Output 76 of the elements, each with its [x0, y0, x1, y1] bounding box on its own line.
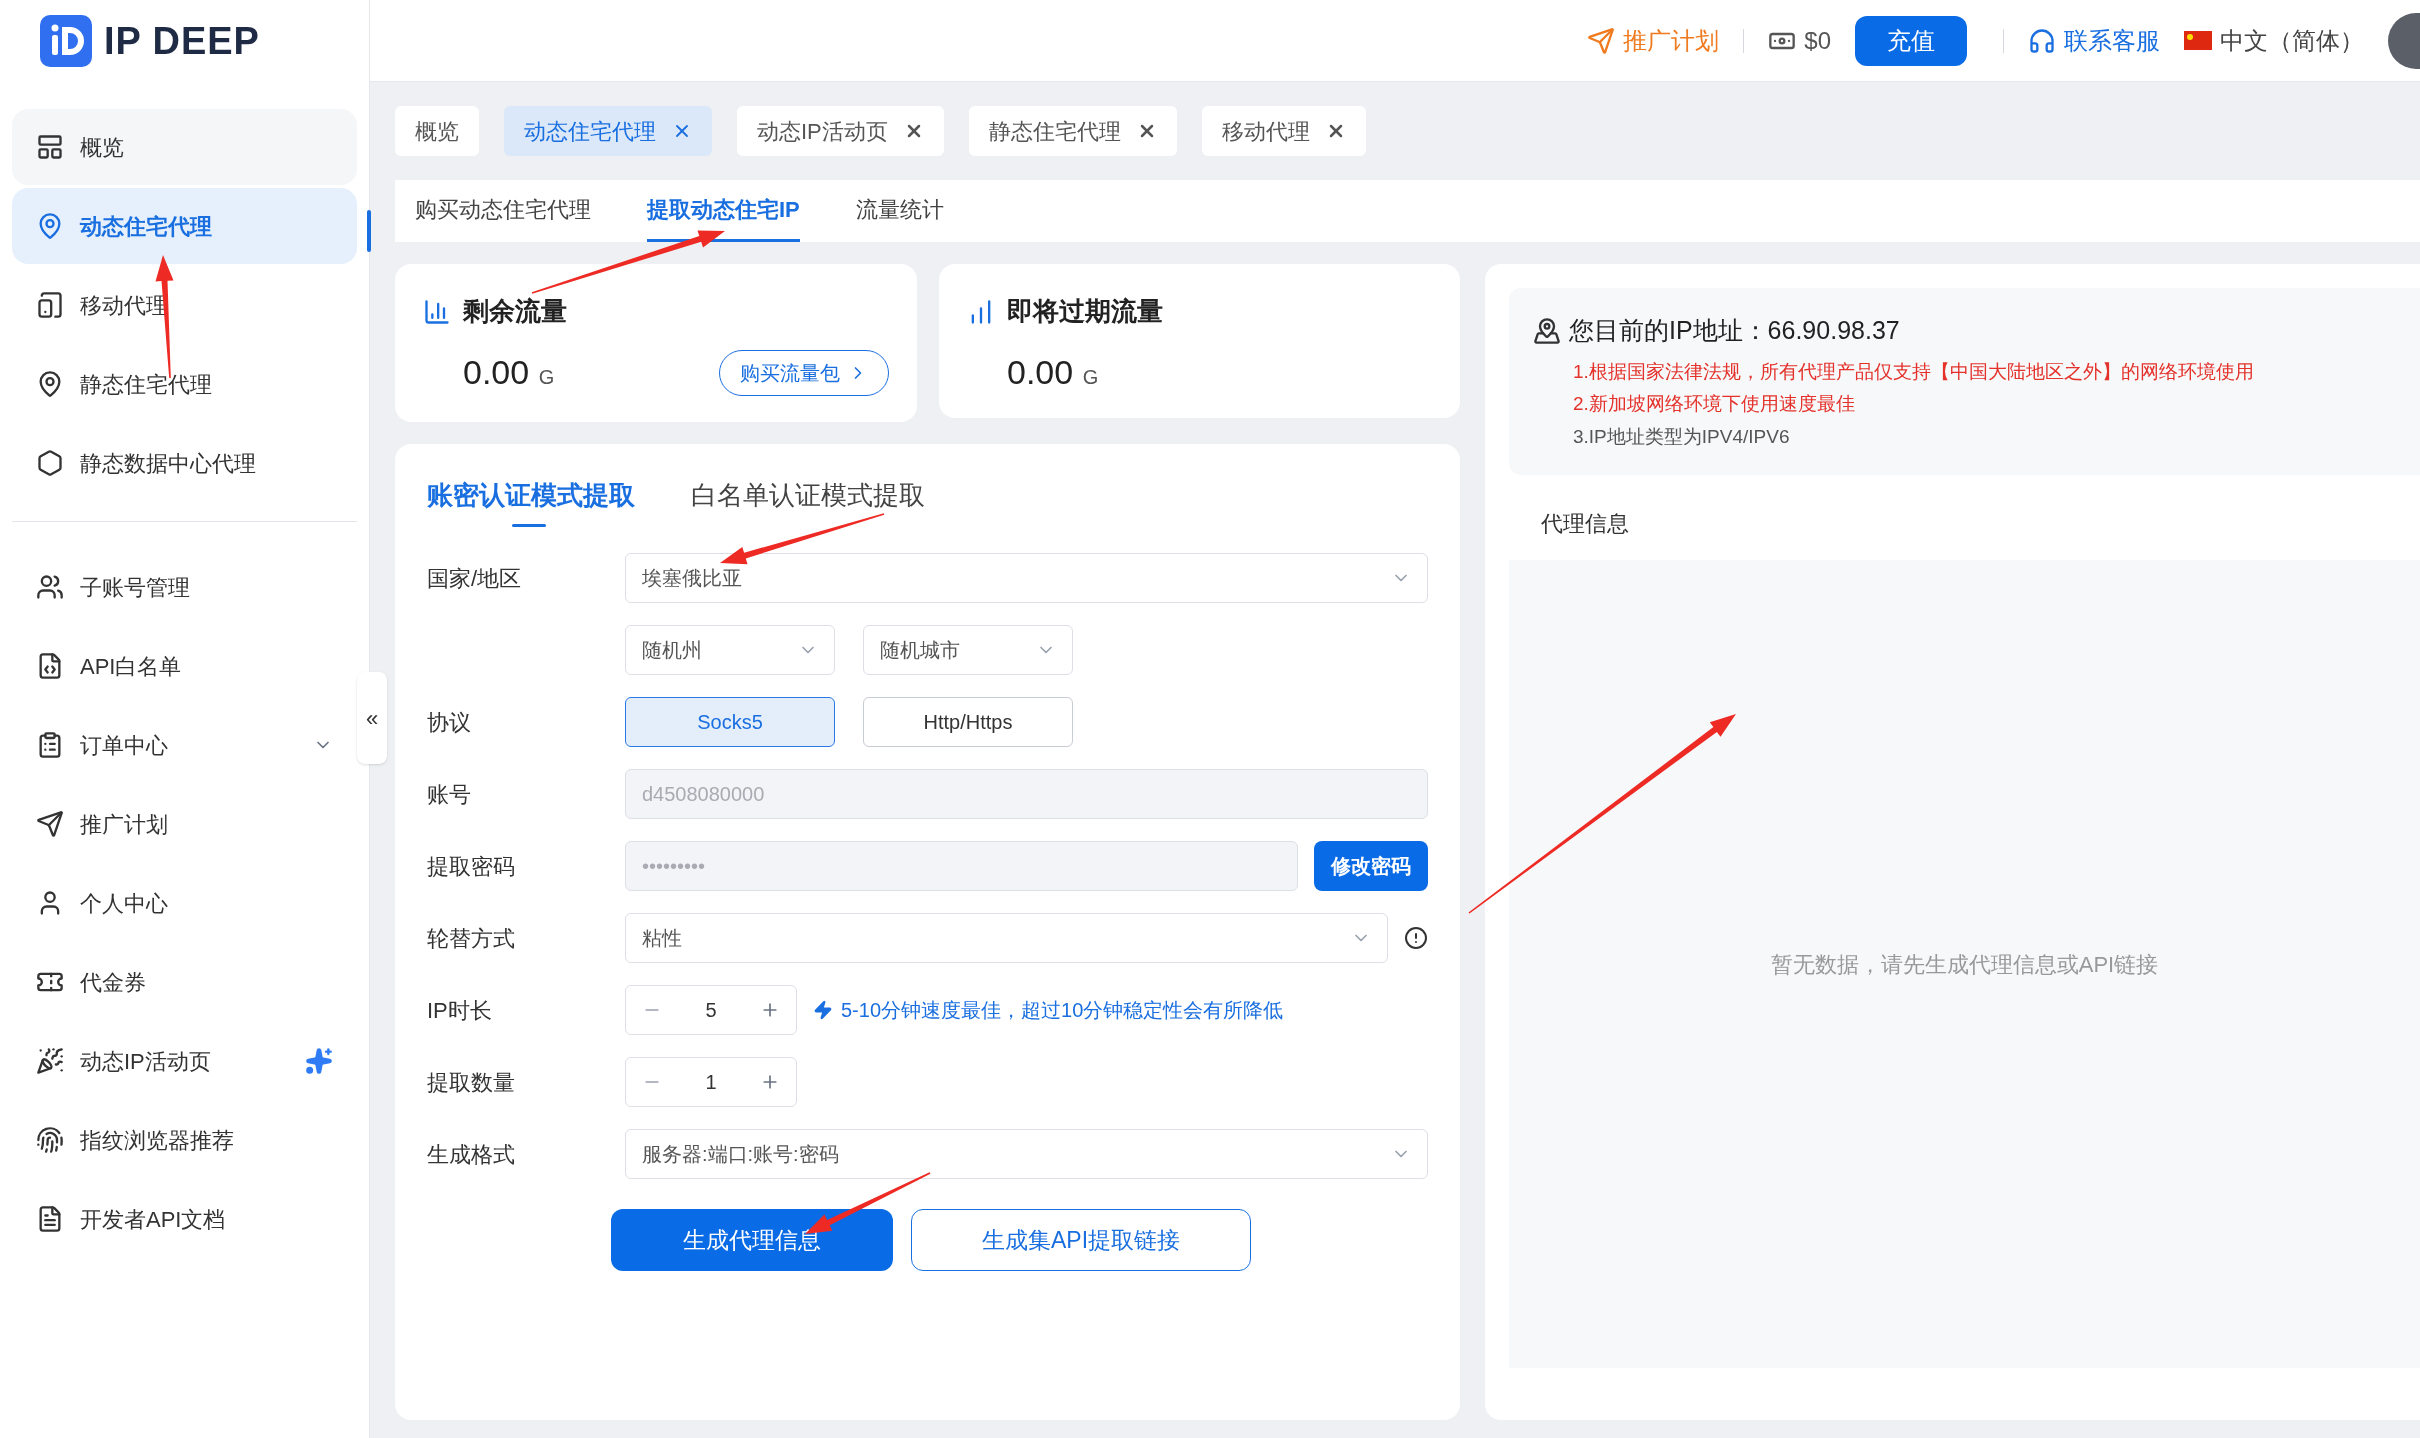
sidebar-item[interactable]: 静态数据中心代理	[12, 425, 357, 501]
send-icon	[1587, 26, 1616, 55]
note-text: 2.新加坡网络环境下使用速度最佳	[1573, 392, 1856, 416]
protocol-option[interactable]: Http/Https	[863, 697, 1073, 747]
mode-tab[interactable]: 白名单认证模式提取	[691, 476, 925, 527]
field-label: IP时长	[427, 996, 493, 1025]
card-title: 剩余流量	[463, 295, 567, 328]
flag-icon	[2184, 31, 2212, 50]
tab-underline	[512, 524, 546, 527]
party-popper-icon	[36, 1047, 64, 1075]
field-label: 协议	[427, 708, 472, 737]
card-title: 即将过期流量	[1007, 295, 1163, 328]
sidebar-item[interactable]: 推广计划	[12, 786, 357, 862]
balance-text: $0	[1768, 22, 1831, 59]
page-tab[interactable]: 移动代理	[1201, 106, 1366, 156]
page-tab[interactable]: 动态IP活动页	[737, 106, 944, 156]
send-icon	[36, 810, 64, 838]
select-field[interactable]: 服务器:端口:账号:密码	[625, 1129, 1428, 1179]
chart-icon	[423, 297, 451, 326]
users-icon	[36, 573, 64, 601]
stat-value: 0.00 G	[463, 352, 555, 393]
info-icon[interactable]	[1404, 926, 1428, 950]
sub-tab[interactable]: 流量统计	[855, 180, 944, 242]
sub-tab[interactable]: 购买动态住宅代理	[415, 180, 591, 242]
lightning-icon	[813, 1000, 833, 1020]
hexagon-icon	[36, 449, 64, 477]
active-indicator	[367, 210, 371, 252]
ip-address: 您目前的IP地址：66.90.98.37	[1569, 315, 1900, 346]
location-icon	[1533, 316, 1561, 345]
headset-icon	[2028, 26, 2056, 55]
sparkle-icon	[305, 1047, 333, 1075]
stat-value: 0.00 G	[1007, 352, 1099, 393]
select-field[interactable]: 随机城市	[863, 625, 1073, 675]
hint-text: 5-10分钟速度最佳，超过10分钟稳定性会有所降低	[841, 998, 1284, 1023]
sidebar-item[interactable]: API白名单	[12, 628, 357, 704]
section-title: 代理信息	[1541, 510, 1630, 538]
page-tab[interactable]: 概览	[395, 106, 479, 156]
generate-button[interactable]: 生成集API提取链接	[911, 1209, 1251, 1271]
sidebar-item[interactable]: 子账号管理	[12, 549, 357, 625]
sidebar-item[interactable]: 代金券	[12, 944, 357, 1020]
number-stepper[interactable]: 5	[625, 985, 797, 1035]
select-field[interactable]: 埃塞俄比亚	[625, 553, 1428, 603]
sidebar-item[interactable]: 开发者API文档	[12, 1181, 357, 1257]
field-label: 国家/地区	[427, 564, 523, 593]
field-label: 账号	[427, 780, 472, 809]
page-tab[interactable]: 动态住宅代理	[504, 106, 712, 156]
sidebar-item[interactable]: 概览	[12, 109, 357, 185]
field-label: 提取密码	[427, 852, 516, 881]
tablet-icon	[36, 291, 64, 319]
note-text: 1.根据国家法律法规，所有代理产品仅支持【中国大陆地区之外】的网络环境使用	[1573, 359, 2255, 384]
sidebar-item[interactable]: 订单中心	[12, 707, 357, 783]
sidebar-item[interactable]: 动态IP活动页	[12, 1023, 357, 1099]
fingerprint-icon	[36, 1126, 64, 1154]
window-icon	[36, 133, 64, 161]
sidebar-item[interactable]: 个人中心	[12, 865, 357, 941]
language-selector[interactable]: 中文（简体）	[2220, 22, 2364, 59]
support-link[interactable]: 联系客服	[2028, 22, 2160, 59]
sidebar-item[interactable]: 指纹浏览器推荐	[12, 1102, 357, 1178]
page-tab[interactable]: 静态住宅代理	[968, 106, 1177, 156]
logo-text: IP DEEP	[104, 18, 260, 64]
field-label: 提取数量	[427, 1068, 516, 1097]
select-field[interactable]: 随机州	[625, 625, 835, 675]
mode-tab[interactable]: 账密认证模式提取	[427, 476, 635, 527]
sidebar-item[interactable]: 动态住宅代理	[12, 188, 357, 264]
select-field[interactable]: 粘性	[625, 913, 1388, 963]
field-label: 生成格式	[427, 1140, 516, 1169]
note-text: 3.IP地址类型为IPV4/IPV6	[1573, 424, 1791, 449]
number-stepper[interactable]: 1	[625, 1057, 797, 1107]
empty-message: 暂无数据，请先生成代理信息或API链接	[1770, 950, 2159, 979]
logo-icon	[40, 15, 92, 67]
field-label: 轮替方式	[427, 924, 516, 953]
avatar[interactable]	[2388, 12, 2420, 69]
collapse-button[interactable]: «	[357, 672, 387, 764]
sidebar-item[interactable]: 静态住宅代理	[12, 346, 357, 422]
protocol-option[interactable]: Socks5	[625, 697, 835, 747]
recharge-button[interactable]: 充值	[1855, 15, 1967, 66]
